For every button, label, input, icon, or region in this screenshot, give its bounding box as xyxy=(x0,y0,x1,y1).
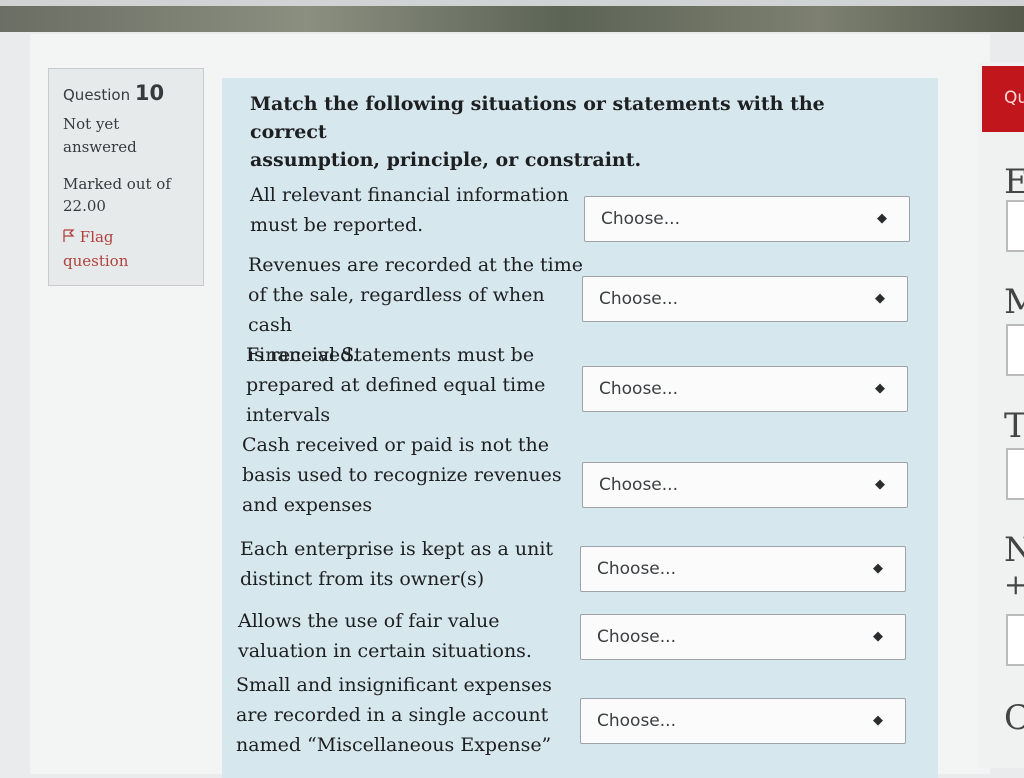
statement-line: are recorded in a single account xyxy=(236,704,549,726)
nav-letter: M xyxy=(1004,282,1024,322)
match-statement-5: Each enterprise is kept as a unit distin… xyxy=(240,534,585,594)
nav-letter: E xyxy=(1004,162,1024,202)
updown-arrows-icon: ◆ xyxy=(873,561,883,576)
flag-icon xyxy=(63,228,80,246)
match-select-6[interactable]: Choose... ◆ xyxy=(580,614,906,660)
updown-arrows-icon: ◆ xyxy=(875,477,885,492)
state-line-2: answered xyxy=(63,138,137,156)
select-value: Choose... xyxy=(597,711,676,731)
nav-question-button[interactable] xyxy=(1006,614,1024,666)
updown-arrows-icon: ◆ xyxy=(875,291,885,306)
match-select-5[interactable]: Choose... ◆ xyxy=(580,546,906,592)
question-state: Not yet answered xyxy=(63,113,203,159)
statement-line: valuation in certain situations. xyxy=(238,640,532,662)
nav-letter: + xyxy=(1004,568,1024,601)
nav-letter: C xyxy=(1004,698,1024,738)
question-label: Question xyxy=(63,86,131,104)
match-select-1[interactable]: Choose... ◆ xyxy=(584,196,910,242)
statement-line: Cash received or paid is not the xyxy=(242,434,550,456)
match-select-7[interactable]: Choose... ◆ xyxy=(580,698,906,744)
select-value: Choose... xyxy=(599,289,678,309)
match-select-4[interactable]: Choose... ◆ xyxy=(582,462,908,508)
flag-label-2: question xyxy=(63,252,129,270)
quiz-nav-tab[interactable]: Qu xyxy=(982,66,1024,132)
flag-question-link[interactable]: Flag question xyxy=(63,225,203,273)
grade-line-1: Marked out of xyxy=(63,175,171,193)
statement-line: All relevant financial information xyxy=(250,184,569,206)
updown-arrows-icon: ◆ xyxy=(873,629,883,644)
question-text: Match the following situations or statem… xyxy=(250,90,850,174)
nav-question-button[interactable] xyxy=(1006,324,1024,376)
question-info-panel: Question 10 Not yet answered Marked out … xyxy=(48,68,204,286)
statement-line: Revenues are recorded at the time xyxy=(248,254,583,276)
statement-line: of the sale, regardless of when cash xyxy=(248,284,545,336)
question-number-value: 10 xyxy=(134,81,165,105)
statement-line: Allows the use of fair value xyxy=(238,610,500,632)
statement-line: Each enterprise is kept as a unit xyxy=(240,538,554,560)
statement-line: Small and insignificant expenses xyxy=(236,674,552,696)
question-text-line-2: assumption, principle, or constraint. xyxy=(250,149,642,171)
statement-line: basis used to recognize revenues xyxy=(242,464,562,486)
updown-arrows-icon: ◆ xyxy=(873,713,883,728)
nav-letter: N xyxy=(1004,530,1024,570)
select-value: Choose... xyxy=(597,559,676,579)
select-value: Choose... xyxy=(597,627,676,647)
statement-line: Financial Statements must be xyxy=(246,344,535,366)
nav-question-button[interactable] xyxy=(1006,448,1024,500)
updown-arrows-icon: ◆ xyxy=(875,381,885,396)
grade-line-2: 22.00 xyxy=(63,197,106,215)
match-select-2[interactable]: Choose... ◆ xyxy=(582,276,908,322)
select-value: Choose... xyxy=(599,379,678,399)
question-grade: Marked out of 22.00 xyxy=(63,173,203,217)
updown-arrows-icon: ◆ xyxy=(877,211,887,226)
match-statement-7: Small and insignificant expenses are rec… xyxy=(236,670,581,760)
statement-line: named “Miscellaneous Expense” xyxy=(236,734,552,756)
screen-edge xyxy=(0,0,1024,6)
match-statement-4: Cash received or paid is not the basis u… xyxy=(242,430,587,520)
match-statement-6: Allows the use of fair value valuation i… xyxy=(238,606,583,666)
select-value: Choose... xyxy=(601,209,680,229)
flag-label-1: Flag xyxy=(79,228,114,246)
state-line-1: Not yet xyxy=(63,115,120,133)
statement-line: distinct from its owner(s) xyxy=(240,568,485,590)
question-number: Question 10 xyxy=(63,81,203,105)
select-value: Choose... xyxy=(599,475,678,495)
match-statement-3: Financial Statements must be prepared at… xyxy=(246,340,591,430)
nav-question-button[interactable] xyxy=(1006,200,1024,252)
statement-line: must be reported. xyxy=(250,214,424,236)
question-text-line-1: Match the following situations or statem… xyxy=(250,93,825,143)
statement-line: prepared at defined equal time xyxy=(246,374,546,396)
statement-line: and expenses xyxy=(242,494,373,516)
statement-line: intervals xyxy=(246,404,331,426)
quiz-nav-tab-label: Qu xyxy=(1004,88,1024,108)
nav-letter: T xyxy=(1004,406,1024,446)
match-statement-1: All relevant financial information must … xyxy=(250,180,595,240)
match-select-3[interactable]: Choose... ◆ xyxy=(582,366,908,412)
